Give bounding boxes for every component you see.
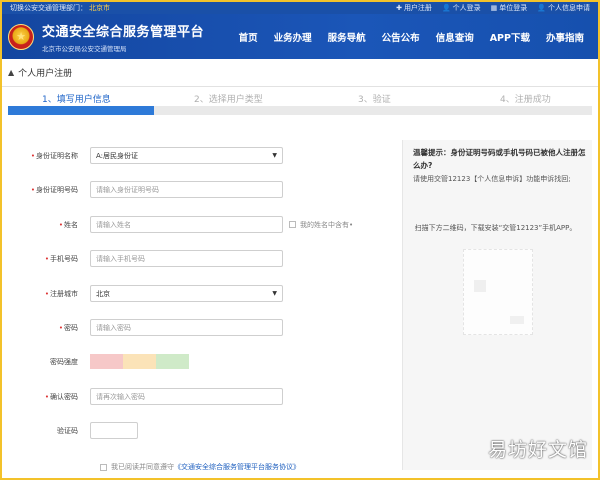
caret-down-icon: ▼ — [272, 290, 277, 297]
user-icon: 👤 — [537, 4, 546, 12]
switch-label: 切换公安交通管理部门： — [10, 4, 87, 12]
user-icon: ▲ — [8, 68, 15, 77]
user-icon: 👤 — [441, 4, 451, 12]
police-emblem-icon: ★ — [8, 23, 34, 50]
strength-medium — [123, 354, 156, 369]
step-2: 2、选择用户类型 — [194, 95, 263, 105]
top-utility-bar: 切换公安交通管理部门： 北京市 ✚ 用户注册 👤 个人登录 ▦ 单位登录 👤 个人信息申请 — [2, 2, 598, 14]
step-progress-fill — [8, 106, 154, 115]
phone-input[interactable]: 请输入手机号码 — [90, 250, 283, 267]
id-number-row: •身份证明号码 请输入身份证明号码 — [2, 181, 402, 198]
id-number-input[interactable]: 请输入身份证明号码 — [90, 181, 283, 198]
agreement-checkbox[interactable]: 我已阅读并同意遵守 《交通安全综合服务管理平台服务协议》 — [100, 462, 300, 472]
password-strength-meter — [90, 354, 189, 369]
tips-title: 温馨提示：身份证明号码或手机号码已被他人注册怎么办? — [413, 148, 586, 170]
department-switcher[interactable]: 切换公安交通管理部门： 北京市 — [10, 3, 396, 13]
breadcrumb: ▲ 个人用户注册 — [2, 59, 598, 87]
tips-panel: 温馨提示：身份证明号码或手机号码已被他人注册怎么办? 请使用交管12123【个人… — [402, 140, 592, 470]
page-frame: 切换公安交通管理部门： 北京市 ✚ 用户注册 👤 个人登录 ▦ 单位登录 👤 个人信息申请… — [2, 2, 598, 478]
confirm-password-input[interactable]: 请再次输入密码 — [90, 388, 283, 405]
step-3: 3、验证 — [358, 95, 391, 105]
id-type-select[interactable]: A:居民身份证 ▼ — [90, 147, 283, 164]
nav-service-guide[interactable]: 服务导航 — [320, 30, 374, 44]
password-input[interactable]: 请输入密码 — [90, 319, 283, 336]
nav-announcements[interactable]: 公告公布 — [374, 30, 428, 44]
id-type-row: •身份证明名称 A:居民身份证 ▼ — [2, 147, 402, 164]
personal-login-link[interactable]: 👤 个人登录 — [442, 3, 481, 13]
city-selector[interactable]: 北京市 — [89, 4, 110, 12]
agreement-link[interactable]: 《交通安全综合服务管理平台服务协议》 — [174, 462, 300, 472]
info-apply-link[interactable]: 👤 个人信息申请 — [537, 3, 590, 13]
nav-business[interactable]: 业务办理 — [266, 30, 320, 44]
strength-strong — [156, 354, 189, 369]
step-4: 4、注册成功 — [500, 95, 551, 105]
site-title: 交通安全综合服务管理平台 — [42, 24, 205, 40]
brand: 交通安全综合服务管理平台 北京市公安局公安交通管理局 — [42, 21, 204, 53]
register-link[interactable]: ✚ 用户注册 — [396, 3, 432, 13]
phone-row: •手机号码 请输入手机号码 — [2, 250, 402, 267]
special-name-checkbox[interactable]: 我的姓名中含有• — [289, 220, 353, 230]
site-header: ★ 交通安全综合服务管理平台 北京市公安局公安交通管理局 首页 业务办理 服务导… — [2, 14, 598, 59]
nav-app-download[interactable]: APP下载 — [482, 30, 538, 44]
name-row: •姓名 请输入姓名 我的姓名中含有• — [2, 216, 402, 233]
registration-steps: 1、填写用户信息 2、选择用户类型 3、验证 4、注册成功 — [8, 87, 592, 117]
city-row: •注册城市 北京 ▼ — [2, 285, 402, 302]
city-select[interactable]: 北京 ▼ — [90, 285, 283, 302]
strength-weak — [90, 354, 123, 369]
strength-row: 密码强度 — [2, 354, 402, 369]
password-row: •密码 请输入密码 — [2, 319, 402, 336]
main-nav: 首页 业务办理 服务导航 公告公布 信息查询 APP下载 办事指南 — [231, 30, 592, 44]
tips-scan-text: 扫描下方二维码，下载安装“交管12123”手机APP。 — [414, 224, 577, 232]
caret-down-icon: ▼ — [272, 152, 277, 159]
tips-text: 请使用交管12123【个人信息申诉】功能申诉找回; — [413, 175, 571, 183]
unit-login-link[interactable]: ▦ 单位登录 — [491, 3, 528, 13]
page-title: 个人用户注册 — [18, 69, 73, 79]
plus-icon: ✚ — [396, 4, 402, 12]
nav-guide[interactable]: 办事指南 — [538, 30, 592, 44]
nav-home[interactable]: 首页 — [231, 30, 266, 44]
confirm-row: •确认密码 请再次输入密码 — [2, 388, 402, 405]
watermark: 易坊好文馆 — [487, 439, 588, 461]
captcha-input[interactable] — [90, 422, 138, 439]
building-icon: ▦ — [490, 4, 498, 12]
captcha-row: 验证码 — [2, 422, 402, 439]
name-input[interactable]: 请输入姓名 — [90, 216, 283, 233]
step-1: 1、填写用户信息 — [42, 95, 111, 105]
step-progress-bar — [8, 106, 592, 115]
site-subtitle: 北京市公安局公安交通管理局 — [42, 44, 127, 53]
nav-info-query[interactable]: 信息查询 — [428, 30, 482, 44]
qr-code — [463, 249, 533, 335]
